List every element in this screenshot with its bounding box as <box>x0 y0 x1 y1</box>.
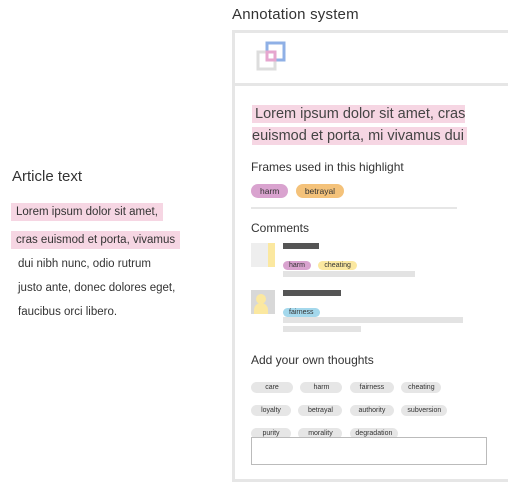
chip-care[interactable]: care <box>251 382 293 393</box>
add-thoughts-label: Add your own thoughts <box>251 353 374 367</box>
frame-chips: care harm fairness cheating loyalty betr… <box>251 376 491 445</box>
comment-text-placeholder <box>283 326 361 332</box>
chip-harm[interactable]: harm <box>300 382 343 393</box>
chip-cheating[interactable]: cheating <box>401 382 442 393</box>
article-text-line: dui nibh nunc, odio rutrum <box>18 258 151 270</box>
chip-betrayal[interactable]: betrayal <box>298 405 343 416</box>
article-text-line: faucibus orci libero. <box>18 306 118 318</box>
article-text-line: justo ante, donec dolores eget, <box>18 282 176 294</box>
chip-subversion[interactable]: subversion <box>401 405 448 416</box>
comment-tags: harm cheating <box>283 254 360 272</box>
highlighted-text-line[interactable]: cras euismod et porta, vivamus <box>11 231 181 249</box>
frames-row: harm betrayal <box>251 181 347 199</box>
overlapping-squares-logo-icon <box>256 41 286 71</box>
frame-tag-betrayal[interactable]: betrayal <box>295 184 345 198</box>
avatar-icon <box>251 290 275 314</box>
comment-tag-fairness[interactable]: fairness <box>283 308 320 317</box>
divider <box>251 207 457 209</box>
frames-label: Frames used in this highlight <box>251 160 404 174</box>
frame-tag-harm[interactable]: harm <box>251 184 289 198</box>
comment-tag-harm[interactable]: harm <box>283 261 311 270</box>
thoughts-input[interactable] <box>251 437 487 465</box>
comment-tag-cheating[interactable]: cheating <box>318 261 357 270</box>
comment-author-placeholder <box>283 243 319 249</box>
chip-authority[interactable]: authority <box>349 405 394 416</box>
logo-bar <box>235 33 508 86</box>
article-body: Lorem ipsum dolor sit amet, cras euismod… <box>11 200 222 324</box>
chip-fairness[interactable]: fairness <box>349 382 394 393</box>
highlighted-text-line[interactable]: Lorem ipsum dolor sit amet, <box>11 203 163 221</box>
comments-label: Comments <box>251 221 310 235</box>
comment-text-placeholder <box>283 271 415 277</box>
comment-text-placeholder <box>283 317 463 323</box>
annotation-system-title: Annotation system <box>232 6 359 23</box>
article-title: Article text <box>12 168 83 185</box>
comment-item[interactable]: harm cheating <box>251 243 491 283</box>
comment-author-placeholder <box>283 290 341 296</box>
chip-loyalty[interactable]: loyalty <box>251 405 291 416</box>
annotation-panel: Lorem ipsum dolor sit amet, cras euismod… <box>232 30 508 482</box>
avatar-icon <box>251 243 275 267</box>
highlight-quote: Lorem ipsum dolor sit amet, cras euismod… <box>252 105 467 145</box>
comment-item[interactable]: fairness <box>251 290 491 332</box>
